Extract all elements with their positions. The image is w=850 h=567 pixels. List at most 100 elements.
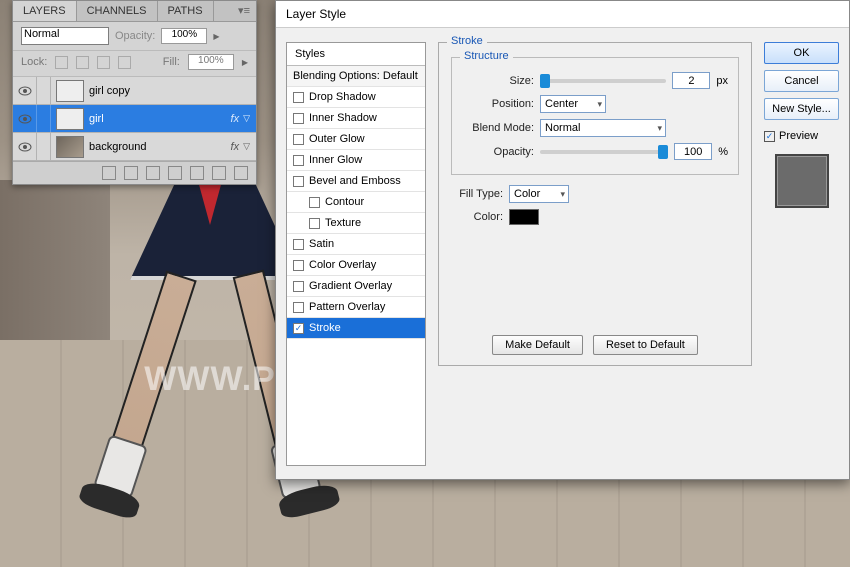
layer-name: girl	[89, 113, 231, 125]
opacity-flyout-icon[interactable]: ▶	[213, 32, 219, 41]
fx-indicator: fx	[231, 113, 240, 125]
cancel-button[interactable]: Cancel	[764, 70, 839, 92]
style-checkbox[interactable]	[309, 218, 320, 229]
style-item-bevel-and-emboss[interactable]: Bevel and Emboss	[287, 171, 425, 192]
layer-row[interactable]: backgroundfx▽	[13, 133, 256, 161]
fill-flyout-icon[interactable]: ▶	[242, 58, 248, 67]
visibility-eye-icon[interactable]	[13, 133, 37, 160]
tab-layers[interactable]: LAYERS	[13, 1, 77, 21]
layer-name: girl copy	[89, 85, 256, 97]
lock-pixels-icon[interactable]	[76, 56, 89, 69]
size-input[interactable]	[672, 72, 710, 89]
style-label: Outer Glow	[309, 133, 365, 145]
style-item-stroke[interactable]: ✓ Stroke	[287, 318, 425, 339]
opacity-input[interactable]	[674, 143, 712, 160]
layer-thumbnail[interactable]	[56, 108, 84, 130]
style-checkbox[interactable]	[293, 239, 304, 250]
mask-icon[interactable]	[146, 166, 160, 180]
opacity-label: Opacity:	[115, 30, 155, 42]
style-checkbox[interactable]	[293, 281, 304, 292]
layer-row[interactable]: girl copy	[13, 77, 256, 105]
chevron-down-icon[interactable]: ▽	[243, 141, 250, 152]
tab-channels[interactable]: CHANNELS	[77, 1, 158, 21]
style-item-inner-shadow[interactable]: Inner Shadow	[287, 108, 425, 129]
panel-tabs: LAYERS CHANNELS PATHS ▾≡	[13, 1, 256, 22]
trash-icon[interactable]	[234, 166, 248, 180]
style-checkbox[interactable]	[309, 197, 320, 208]
adjustment-icon[interactable]	[168, 166, 182, 180]
opacity-slider[interactable]	[540, 150, 668, 154]
fill-field[interactable]: 100%	[188, 54, 234, 70]
styles-header[interactable]: Styles	[287, 43, 425, 66]
preview-checkbox[interactable]: ✓	[764, 131, 775, 142]
style-label: Stroke	[309, 322, 341, 334]
ok-button[interactable]: OK	[764, 42, 839, 64]
structure-legend: Structure	[460, 50, 513, 62]
style-label: Bevel and Emboss	[309, 175, 401, 187]
tab-paths[interactable]: PATHS	[158, 1, 214, 21]
make-default-button[interactable]: Make Default	[492, 335, 583, 355]
dialog-title: Layer Style	[276, 1, 849, 28]
style-checkbox[interactable]	[293, 260, 304, 271]
blend-mode-select[interactable]: Normal	[21, 27, 109, 45]
style-item-satin[interactable]: Satin	[287, 234, 425, 255]
style-label: Texture	[325, 217, 361, 229]
color-label: Color:	[451, 211, 503, 223]
group-icon[interactable]	[190, 166, 204, 180]
style-checkbox[interactable]	[293, 176, 304, 187]
panel-menu-icon[interactable]: ▾≡	[232, 1, 256, 21]
opacity-field[interactable]: 100%	[161, 28, 207, 44]
style-item-outer-glow[interactable]: Outer Glow	[287, 129, 425, 150]
style-item-pattern-overlay[interactable]: Pattern Overlay	[287, 297, 425, 318]
layer-thumbnail[interactable]	[56, 80, 84, 102]
size-label: Size:	[462, 75, 534, 87]
new-style-button[interactable]: New Style...	[764, 98, 839, 120]
layers-list: girl copygirlfx▽backgroundfx▽	[13, 77, 256, 161]
style-label: Color Overlay	[309, 259, 376, 271]
style-label: Drop Shadow	[309, 91, 376, 103]
fx-icon[interactable]	[124, 166, 138, 180]
reset-default-button[interactable]: Reset to Default	[593, 335, 698, 355]
style-item-texture[interactable]: Texture	[287, 213, 425, 234]
style-checkbox[interactable]	[293, 302, 304, 313]
styles-list: Styles Blending Options: Default Drop Sh…	[286, 42, 426, 466]
stroke-fieldset: Stroke Structure Size: px Position: Cent…	[438, 42, 752, 366]
size-slider[interactable]	[540, 79, 666, 83]
blendmode-label: Blend Mode:	[462, 122, 534, 134]
style-item-color-overlay[interactable]: Color Overlay	[287, 255, 425, 276]
position-select[interactable]: Center	[540, 95, 606, 113]
style-checkbox[interactable]	[293, 134, 304, 145]
layers-panel: LAYERS CHANNELS PATHS ▾≡ Normal Opacity:…	[12, 0, 257, 185]
fx-indicator: fx	[231, 141, 240, 153]
lock-position-icon[interactable]	[97, 56, 110, 69]
chevron-down-icon[interactable]: ▽	[243, 113, 250, 124]
style-checkbox[interactable]: ✓	[293, 323, 304, 334]
style-checkbox[interactable]	[293, 92, 304, 103]
blendmode-select[interactable]: Normal	[540, 119, 666, 137]
lock-transparency-icon[interactable]	[55, 56, 68, 69]
filltype-select[interactable]: Color	[509, 185, 569, 203]
layer-thumbnail[interactable]	[56, 136, 84, 158]
style-label: Pattern Overlay	[309, 301, 385, 313]
link-layers-icon[interactable]	[102, 166, 116, 180]
visibility-eye-icon[interactable]	[13, 77, 37, 104]
lock-all-icon[interactable]	[118, 56, 131, 69]
style-item-gradient-overlay[interactable]: Gradient Overlay	[287, 276, 425, 297]
visibility-eye-icon[interactable]	[13, 105, 37, 132]
style-checkbox[interactable]	[293, 155, 304, 166]
blending-options-item[interactable]: Blending Options: Default	[287, 66, 425, 87]
style-label: Inner Shadow	[309, 112, 377, 124]
style-checkbox[interactable]	[293, 113, 304, 124]
new-layer-icon[interactable]	[212, 166, 226, 180]
style-item-drop-shadow[interactable]: Drop Shadow	[287, 87, 425, 108]
filltype-label: Fill Type:	[451, 188, 503, 200]
style-item-contour[interactable]: Contour	[287, 192, 425, 213]
style-label: Inner Glow	[309, 154, 362, 166]
layer-name: background	[89, 141, 231, 153]
opacity-unit: %	[718, 146, 728, 158]
style-item-inner-glow[interactable]: Inner Glow	[287, 150, 425, 171]
preview-swatch	[775, 154, 829, 208]
layer-row[interactable]: girlfx▽	[13, 105, 256, 133]
color-swatch[interactable]	[509, 209, 539, 225]
style-label: Contour	[325, 196, 364, 208]
